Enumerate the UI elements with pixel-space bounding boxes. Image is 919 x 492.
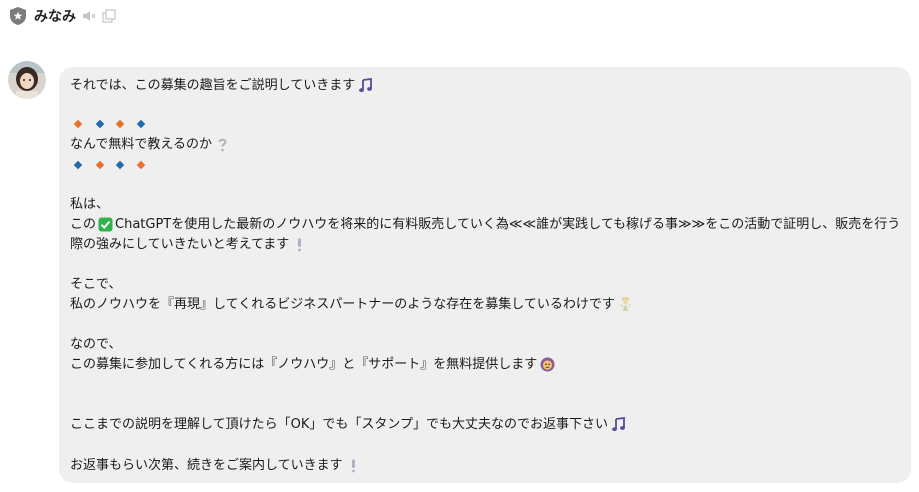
message-line: なので、 [70, 337, 122, 352]
external-window-icon[interactable] [102, 9, 116, 23]
chat-header: みなみ [10, 6, 116, 26]
exclamation-icon [351, 459, 355, 473]
message-line: それでは、この募集の趣旨をご説明していきます [70, 76, 373, 96]
contact-name[interactable]: みなみ [34, 6, 76, 26]
avatar[interactable] [8, 61, 46, 99]
message-line: ここまでの説明を理解して頂けたら「OK」でも「スタンプ」でも大丈夫なのでお返事下… [70, 415, 626, 435]
message-line: この募集に参加してくれる方には『ノウハウ』と『サポート』を無料提供します [70, 355, 555, 375]
music-note-icon [612, 417, 625, 432]
music-note-icon [359, 78, 373, 93]
check-mark-icon [98, 217, 113, 232]
message-line: 私のノウハウを『再現』してくれるビジネスパートナーのような存在を募集しているわけ… [70, 295, 633, 315]
face-emoji-icon [540, 357, 555, 372]
message-line: お返事もらい次第、続きをご案内していきます [70, 456, 361, 476]
speaker-muted-icon[interactable] [82, 9, 96, 23]
shield-star-icon [10, 7, 26, 25]
message-line: この ChatGPTを使用した最新のノウハウを将来的に有料販売していく為≪≪誰が… [70, 217, 901, 232]
message-line: 際の強みにしていきたいと考えてます [70, 235, 307, 255]
message-line: そこで、 [70, 277, 122, 292]
exclamation-icon [298, 238, 302, 252]
message-line: 私は、 [70, 197, 110, 212]
question-mark-icon [218, 138, 227, 152]
angel-figure-icon [618, 297, 632, 311]
message-line: なんで無料で教えるのか [70, 135, 230, 155]
